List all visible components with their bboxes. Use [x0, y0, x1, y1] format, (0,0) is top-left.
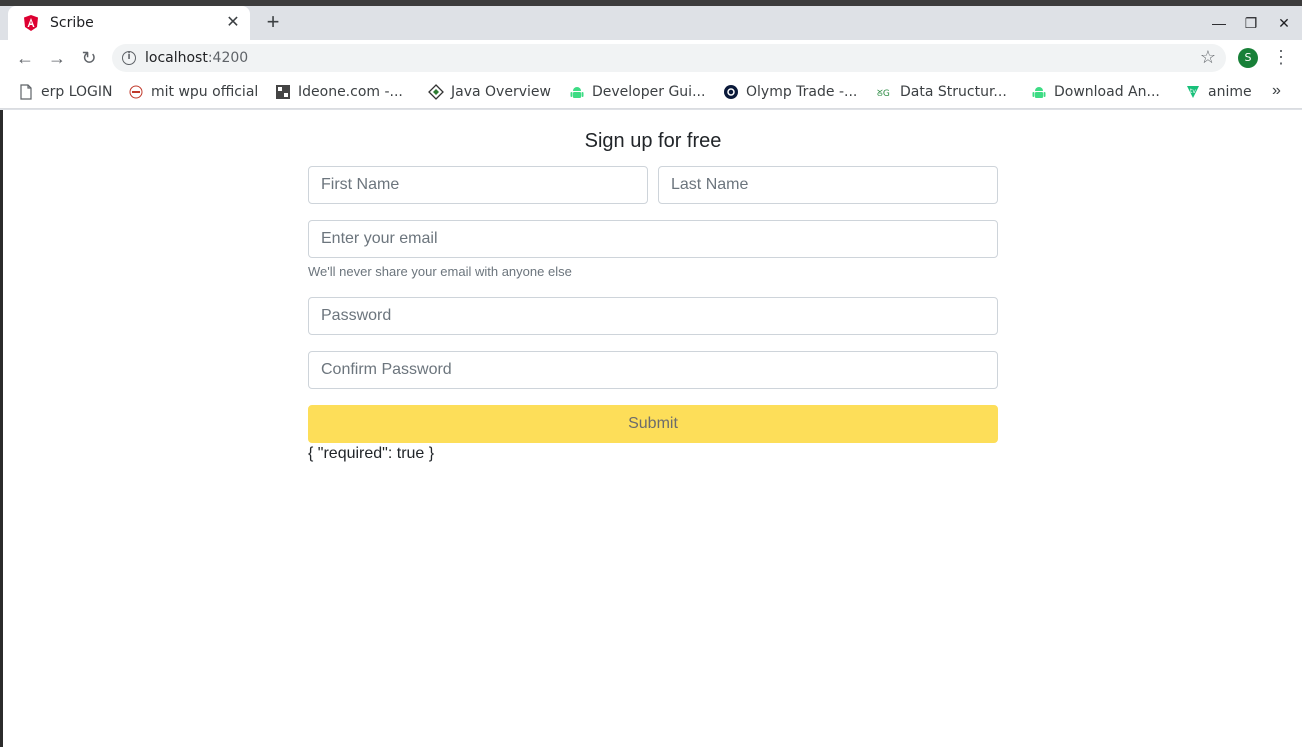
- olymp-icon: [723, 84, 739, 100]
- tab-close-icon[interactable]: ✕: [224, 14, 242, 32]
- anime-icon: tv: [1185, 84, 1201, 100]
- url-host: localhost: [145, 50, 208, 66]
- bookmark-label: mit wpu official: [151, 84, 259, 100]
- bookmark-item[interactable]: ᘜG Data Structur...: [877, 82, 1007, 102]
- bookmark-star-icon[interactable]: ☆: [1200, 47, 1216, 68]
- ideone-icon: [275, 84, 291, 100]
- mitwpu-icon: [128, 84, 144, 100]
- form-title: Sign up for free: [584, 130, 722, 152]
- browser-tab[interactable]: Scribe ✕: [8, 6, 250, 40]
- more-bookmarks-icon[interactable]: »: [1272, 82, 1281, 100]
- svg-text:ᘜG: ᘜG: [877, 89, 890, 99]
- submit-button[interactable]: Submit: [308, 405, 998, 443]
- minimize-icon[interactable]: —: [1208, 12, 1230, 34]
- geeksforgeeks-icon: ᘜG: [877, 84, 893, 100]
- back-icon[interactable]: ←: [15, 48, 35, 68]
- menu-icon[interactable]: ⋮: [1272, 47, 1290, 67]
- tab-title: Scribe: [50, 15, 94, 31]
- angular-icon: [22, 14, 40, 32]
- reload-icon[interactable]: ↻: [79, 48, 99, 68]
- page-content: Sign up for free We'll never share your …: [3, 110, 1302, 747]
- forward-icon[interactable]: →: [47, 48, 67, 68]
- site-info-icon[interactable]: i: [122, 51, 136, 65]
- java-icon: [428, 84, 444, 100]
- svg-text:tv: tv: [1190, 88, 1196, 95]
- bookmark-item[interactable]: Developer Gui...: [569, 82, 705, 102]
- bookmark-item[interactable]: tv anime: [1185, 82, 1252, 102]
- first-name-input[interactable]: [308, 166, 648, 204]
- url-port: :4200: [207, 50, 249, 66]
- bookmark-item[interactable]: Download An...: [1031, 82, 1160, 102]
- bookmark-item[interactable]: mit wpu official: [128, 82, 258, 102]
- bookmark-item[interactable]: Java Overview: [428, 82, 551, 102]
- bookmark-label: Olymp Trade -...: [746, 84, 858, 100]
- new-tab-icon[interactable]: +: [262, 11, 284, 34]
- bookmark-label: erp LOGIN: [41, 84, 113, 100]
- password-input[interactable]: [308, 297, 998, 335]
- bookmark-label: Download An...: [1054, 84, 1160, 100]
- browser-chrome: Scribe ✕ + — ❐ ✕ ← → ↻ i localhost:4200 …: [0, 6, 1302, 110]
- bookmark-item[interactable]: Ideone.com -...: [275, 82, 403, 102]
- bookmark-item[interactable]: Olymp Trade -...: [723, 82, 857, 102]
- url-text: localhost:4200: [145, 50, 248, 66]
- email-input[interactable]: [308, 220, 998, 258]
- confirm-password-input[interactable]: [308, 351, 998, 389]
- android-icon: [1031, 84, 1047, 100]
- email-help-text: We'll never share your email with anyone…: [308, 264, 572, 279]
- bookmark-label: Data Structur...: [900, 84, 1007, 100]
- window-close-icon[interactable]: ✕: [1273, 12, 1295, 34]
- android-icon: [569, 84, 585, 100]
- page-icon: [18, 84, 34, 100]
- browser-toolbar: ← → ↻ i localhost:4200 ☆ S ⋮: [0, 40, 1302, 76]
- bookmark-item[interactable]: erp LOGIN: [18, 82, 112, 102]
- bookmark-label: Developer Gui...: [592, 84, 706, 100]
- bookmark-label: Java Overview: [451, 84, 551, 100]
- bookmarks-bar: erp LOGIN mit wpu official Ideone.com -.…: [0, 76, 1302, 109]
- validation-debug-output: { "required": true }: [308, 445, 435, 462]
- profile-avatar[interactable]: S: [1238, 48, 1258, 68]
- bookmark-label: Ideone.com -...: [298, 84, 403, 100]
- bookmark-label: anime: [1208, 84, 1252, 100]
- address-bar[interactable]: i localhost:4200 ☆: [112, 44, 1226, 72]
- restore-icon[interactable]: ❐: [1240, 12, 1262, 34]
- last-name-input[interactable]: [658, 166, 998, 204]
